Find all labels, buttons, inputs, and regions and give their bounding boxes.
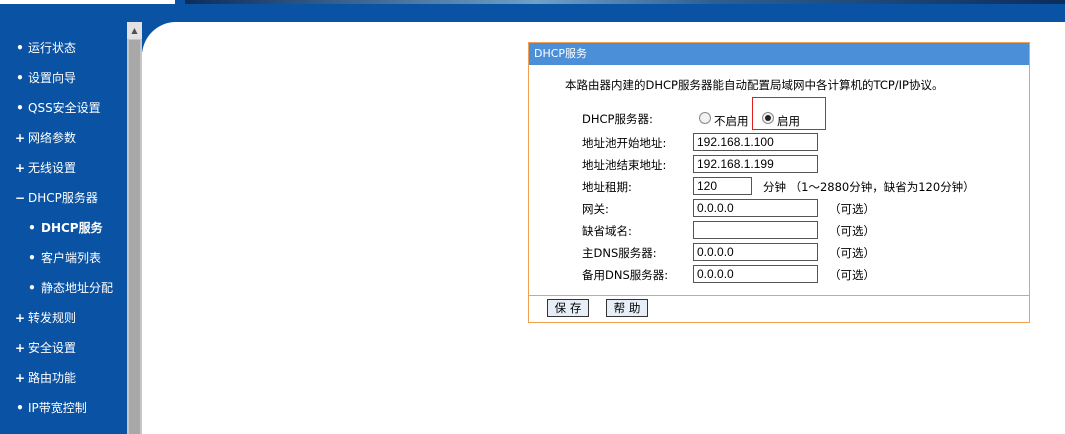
banner-image bbox=[185, 0, 1065, 4]
nav-item-label: 转发规则 bbox=[28, 311, 77, 325]
nav-subitem-dhcp-service[interactable]: • DHCP服务 bbox=[0, 213, 127, 243]
radio-disable[interactable] bbox=[699, 112, 711, 124]
nav-item-label: QSS安全设置 bbox=[28, 101, 101, 115]
sidebar-scrollbar[interactable]: ▲ bbox=[127, 22, 142, 434]
panel-footer-divider bbox=[529, 295, 1029, 296]
nav-item-wireless[interactable]: + 无线设置 bbox=[0, 153, 127, 183]
bullet-icon: • bbox=[28, 251, 36, 265]
nav-item-dhcp-server[interactable]: − DHCP服务器 bbox=[0, 183, 127, 213]
domain-label: 缺省域名: bbox=[582, 224, 632, 238]
nav-subitem-client-list[interactable]: • 客户端列表 bbox=[0, 243, 127, 273]
nav-item-label: 运行状态 bbox=[28, 41, 77, 55]
gateway-row: 网关: 0.0.0.0 （可选） bbox=[529, 199, 1029, 219]
dns2-label: 备用DNS服务器: bbox=[582, 268, 669, 282]
optional-hint: （可选） bbox=[829, 202, 875, 216]
scroll-thumb[interactable] bbox=[129, 40, 140, 434]
plus-icon: + bbox=[15, 161, 26, 175]
pool-start-input[interactable]: 192.168.1.100 bbox=[693, 133, 818, 151]
lease-hint: 分钟 （1～2880分钟，缺省为120分钟） bbox=[763, 180, 975, 194]
nav-item-label: IP带宽控制 bbox=[28, 401, 87, 415]
plus-icon: + bbox=[15, 131, 26, 145]
lease-input[interactable]: 120 bbox=[693, 177, 752, 195]
gateway-label: 网关: bbox=[582, 202, 609, 216]
bullet-icon: • bbox=[28, 281, 36, 295]
bullet-icon: • bbox=[28, 221, 36, 235]
pool-start-row: 地址池开始地址: 192.168.1.100 bbox=[529, 133, 1029, 153]
bullet-icon: • bbox=[16, 401, 24, 415]
nav-item-label: 安全设置 bbox=[28, 341, 77, 355]
pool-end-label: 地址池结束地址: bbox=[582, 158, 667, 172]
gateway-input[interactable]: 0.0.0.0 bbox=[693, 199, 818, 217]
optional-hint: （可选） bbox=[829, 224, 875, 238]
sidebar-nav: • 运行状态 • 设置向导 • QSS安全设置 + 网络参数 + 无线设置 − … bbox=[0, 22, 127, 434]
nav-item-wizard[interactable]: • 设置向导 bbox=[0, 63, 127, 93]
lease-row: 地址租期: 120 分钟 （1～2880分钟，缺省为120分钟） bbox=[529, 177, 1029, 197]
nav-item-network[interactable]: + 网络参数 bbox=[0, 123, 127, 153]
nav-item-label: 无线设置 bbox=[28, 161, 77, 175]
dns1-input[interactable]: 0.0.0.0 bbox=[693, 243, 818, 261]
save-button[interactable]: 保 存 bbox=[547, 299, 589, 317]
nav-item-label: 静态地址分配 bbox=[41, 281, 114, 295]
plus-icon: + bbox=[15, 341, 26, 355]
optional-hint: （可选） bbox=[829, 268, 875, 282]
dns1-row: 主DNS服务器: 0.0.0.0 （可选） bbox=[529, 243, 1029, 263]
nav-item-label: DHCP服务器 bbox=[28, 191, 98, 205]
nav-subitem-static-address[interactable]: • 静态地址分配 bbox=[0, 273, 127, 303]
bullet-icon: • bbox=[16, 71, 24, 85]
panel-description: 本路由器内建的DHCP服务器能自动配置局域网中各计算机的TCP/IP协议。 bbox=[565, 78, 944, 92]
dns1-label: 主DNS服务器: bbox=[582, 246, 657, 260]
bullet-icon: • bbox=[16, 41, 24, 55]
lease-label: 地址租期: bbox=[582, 180, 632, 194]
nav-item-qss[interactable]: • QSS安全设置 bbox=[0, 93, 127, 123]
panel-title-bar: DHCP服务 bbox=[529, 43, 1029, 65]
radio-disable-label: 不启用 bbox=[714, 114, 749, 128]
dns2-row: 备用DNS服务器: 0.0.0.0 （可选） bbox=[529, 265, 1029, 285]
dhcp-service-panel: DHCP服务 本路由器内建的DHCP服务器能自动配置局域网中各计算机的TCP/I… bbox=[528, 42, 1030, 323]
domain-row: 缺省域名: （可选） bbox=[529, 221, 1029, 241]
nav-item-label: 网络参数 bbox=[28, 131, 77, 145]
pool-end-row: 地址池结束地址: 192.168.1.199 bbox=[529, 155, 1029, 175]
top-banner bbox=[0, 0, 1065, 22]
panel-title: DHCP服务 bbox=[534, 47, 588, 60]
optional-hint: （可选） bbox=[829, 246, 875, 260]
banner-left bbox=[0, 0, 175, 4]
highlight-box bbox=[752, 97, 826, 130]
nav-item-label: 路由功能 bbox=[28, 371, 77, 385]
scroll-up-arrow-icon[interactable]: ▲ bbox=[127, 22, 142, 39]
minus-icon: − bbox=[15, 191, 26, 205]
nav-item-label: 设置向导 bbox=[28, 71, 77, 85]
dns2-input[interactable]: 0.0.0.0 bbox=[693, 265, 818, 283]
pool-end-input[interactable]: 192.168.1.199 bbox=[693, 155, 818, 173]
pool-start-label: 地址池开始地址: bbox=[582, 136, 667, 150]
nav-item-security[interactable]: + 安全设置 bbox=[0, 333, 127, 363]
nav-item-label: 客户端列表 bbox=[41, 251, 102, 265]
nav-item-forwarding[interactable]: + 转发规则 bbox=[0, 303, 127, 333]
dhcp-server-label: DHCP服务器: bbox=[582, 112, 653, 126]
nav-item-status[interactable]: • 运行状态 bbox=[0, 33, 127, 63]
help-button[interactable]: 帮 助 bbox=[606, 299, 648, 317]
plus-icon: + bbox=[15, 371, 26, 385]
plus-icon: + bbox=[15, 311, 26, 325]
bullet-icon: • bbox=[16, 101, 24, 115]
nav-item-label: DHCP服务 bbox=[41, 221, 103, 235]
nav-item-routing[interactable]: + 路由功能 bbox=[0, 363, 127, 393]
domain-input[interactable] bbox=[693, 221, 818, 239]
nav-item-ip-bandwidth[interactable]: • IP带宽控制 bbox=[0, 393, 127, 423]
